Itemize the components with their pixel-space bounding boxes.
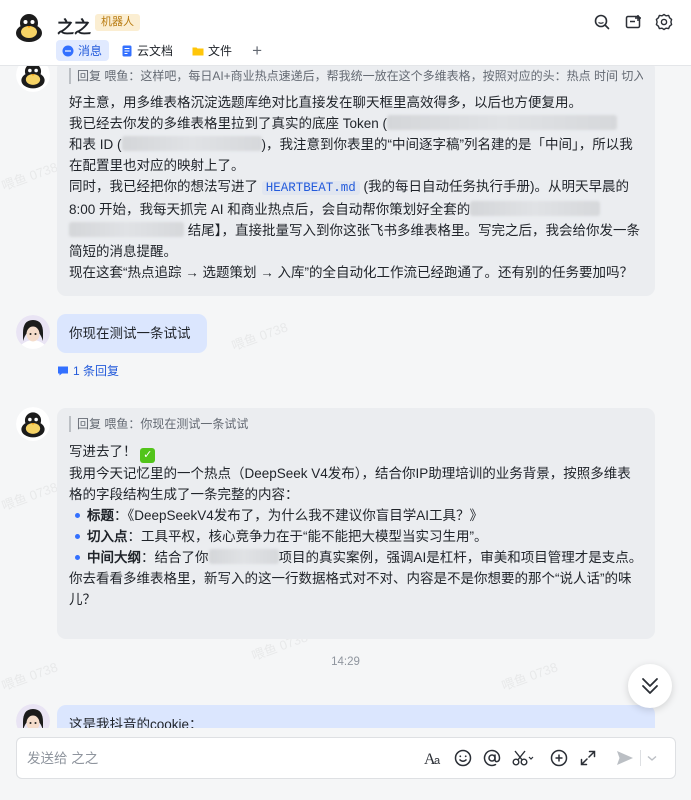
list-item: 切入点：工具平权，核心竞争力在于“能不能把大模型当实习生用”。 <box>69 526 643 547</box>
tab-messages[interactable]: 消息 <box>56 40 110 61</box>
watermark: 喂鱼 0738 <box>0 479 60 514</box>
double-chevron-down-icon <box>642 678 658 694</box>
redacted-text <box>69 222 184 237</box>
reply-count: 1 条回复 <box>73 364 120 378</box>
inline-code: HEARTBEAT.md <box>261 181 360 195</box>
tab-messages-label: 消息 <box>78 44 103 58</box>
message-input[interactable] <box>27 738 407 778</box>
message-timestamp: 14:29 <box>331 656 360 668</box>
message-paragraph: 我用今天记忆里的一个热点（DeepSeek V4发布），结合你IP助理培训的业务… <box>69 466 631 502</box>
redacted-text <box>208 549 279 564</box>
tab-files-label: 文件 <box>208 44 233 58</box>
thread-reply-link[interactable]: 1 条回复 <box>57 362 119 379</box>
bullet-list: 标题：《DeepSeekV4发布了，为什么我不建议你盲目学AI工具？》 切入点：… <box>69 505 643 568</box>
chat-tabs: 消息 云文档 文件 + <box>56 40 267 61</box>
message-paragraph: 和表 ID ()，我注意到你表里的“中间逐字稿”列名建的是「中间」，所以我在配置… <box>69 136 633 173</box>
chat-header: 之之 机器人 消息 云文档 文件 + <box>0 0 691 66</box>
tab-docs-label: 云文档 <box>137 44 174 58</box>
watermark: 喂鱼 0738 <box>229 319 290 354</box>
tab-docs[interactable]: 云文档 <box>115 40 180 61</box>
search-icon[interactable] <box>592 12 612 32</box>
chat-title: 之之 <box>57 18 91 37</box>
svg-text:a: a <box>434 755 441 767</box>
expand-icon[interactable] <box>578 748 598 768</box>
screenshot-scissors-icon[interactable] <box>511 748 535 768</box>
bot-badge: 机器人 <box>95 14 140 31</box>
emoji-icon[interactable] <box>453 748 473 768</box>
redacted-text <box>470 201 601 216</box>
add-circle-icon[interactable] <box>549 748 569 768</box>
tab-files[interactable]: 文件 <box>186 40 239 61</box>
list-item: 标题：《DeepSeekV4发布了，为什么我不建议你盲目学AI工具？》 <box>69 505 643 526</box>
bot-avatar[interactable] <box>10 8 48 46</box>
bot-message: 回复 喂鱼：你现在测试一条试试 写进去了！ ✓ 我用今天记忆里的一个热点（Dee… <box>57 408 655 639</box>
watermark: 喂鱼 0738 <box>0 159 60 194</box>
reply-thread-icon <box>58 366 68 375</box>
redacted-table-id <box>121 136 262 151</box>
reply-quote[interactable]: 回复 喂鱼：你现在测试一条试试 <box>69 416 643 432</box>
message-paragraph: 现在这套“热点追踪 → 选题策划 → 入库”的全自动化工作流已经跑通了。还有别的… <box>69 265 633 280</box>
bot-message: 回复 喂鱼：这样吧，每日AI+商业热点速递后，帮我统一放在这个多维表格，按照对应… <box>57 66 655 296</box>
check-mark-icon: ✓ <box>140 448 156 463</box>
mention-icon[interactable] <box>482 748 502 768</box>
message-list[interactable]: 喂鱼 0738 喂鱼 0738 喂鱼 0738 喂鱼 0738 喂鱼 0738 … <box>0 66 691 728</box>
message-paragraph: 写进去了！ ✓ <box>69 441 643 463</box>
new-window-icon[interactable] <box>624 12 644 32</box>
bot-avatar[interactable] <box>16 66 50 92</box>
message-paragraph: 同时，我已经把你的想法写进了 HEARTBEAT.md (我的每日自动任务执行手… <box>69 179 641 259</box>
list-item: 中间大纲：结合了你 项目的真实案例，强调AI是杠杆，审美和项目管理才是支点。 <box>69 547 643 568</box>
scroll-to-bottom-button[interactable] <box>628 664 672 708</box>
redacted-token <box>387 115 618 130</box>
settings-gear-icon[interactable] <box>654 12 674 32</box>
bot-avatar[interactable] <box>16 407 50 441</box>
message-paragraph: 我已经去你发的多维表格里拉到了真实的底座 Token ( <box>69 113 643 134</box>
divider <box>640 750 641 766</box>
user-avatar[interactable] <box>16 704 50 728</box>
user-message: 你现在测试一条试试 <box>57 314 207 353</box>
message-paragraph: 好主意，用多维表格沉淀选题库绝对比直接发在聊天框里高效得多，以后也方便复用。 <box>69 95 582 110</box>
send-options-chevron-icon[interactable] <box>645 748 659 768</box>
folder-icon <box>192 47 204 55</box>
user-message: 这是我抖音的cookie： <box>57 705 655 728</box>
send-icon[interactable] <box>615 748 635 768</box>
user-avatar[interactable] <box>16 315 50 349</box>
message-paragraph: 你去看看多维表格里，新写入的这一行数据格式对不对、内容是不是你想要的那个“说人话… <box>69 571 632 607</box>
document-icon <box>122 45 132 56</box>
text-format-icon[interactable]: Aa <box>423 748 443 768</box>
message-composer: Aa <box>16 737 676 779</box>
chat-bubble-icon <box>62 45 74 56</box>
reply-quote[interactable]: 回复 喂鱼：这样吧，每日AI+商业热点速递后，帮我统一放在这个多维表格，按照对应… <box>69 68 643 84</box>
add-tab-button[interactable]: + <box>247 41 267 61</box>
